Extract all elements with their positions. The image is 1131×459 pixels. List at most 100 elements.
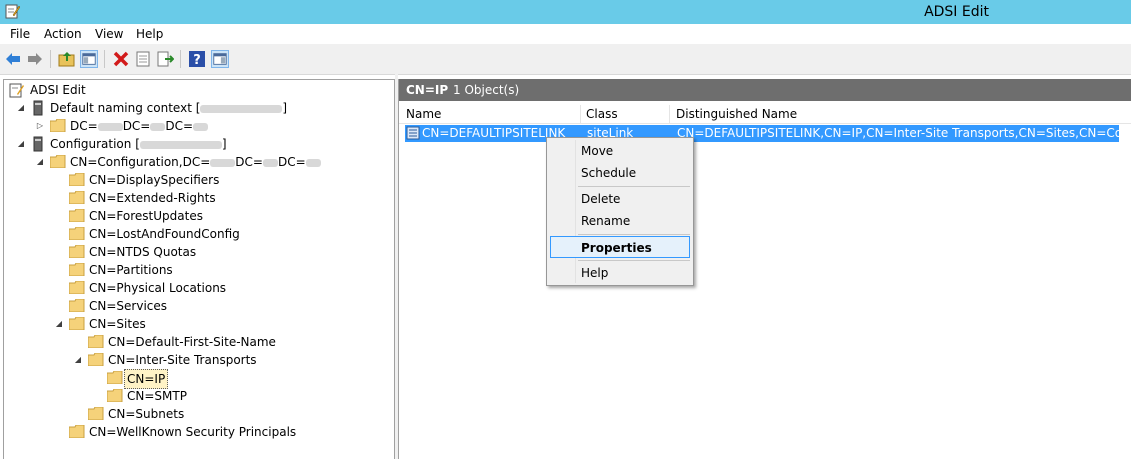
folder-icon [50,119,66,132]
adsi-edit-root-icon [9,83,24,98]
menu-file[interactable]: File [10,27,30,41]
column-header-class[interactable]: Class [586,107,618,121]
context-menu-rename[interactable]: Rename [550,210,690,232]
redacted-text [262,158,278,167]
redacted-text [139,140,222,149]
column-headers: Name Class Distinguished Name [399,105,1131,124]
tree-label: CN=Subnets [108,407,185,421]
menu-item-label: Help [581,266,609,280]
collapse-arrow-icon[interactable]: ◢ [54,315,64,333]
results-title: CN=IP [406,83,449,97]
redacted-text [210,158,236,167]
menu-item-label: Rename [581,214,631,228]
folder-icon [69,209,85,222]
tree-item-subnets[interactable]: CN=Subnets [8,405,388,423]
collapse-arrow-icon[interactable]: ◢ [16,99,26,117]
tree-label: CN=Services [89,299,168,313]
tree-item-lost-and-found[interactable]: CN=LostAndFoundConfig [8,225,388,243]
tree-label: CN=WellKnown Security Principals [89,425,297,439]
tree-item-ntds-quotas[interactable]: CN=NTDS Quotas [8,243,388,261]
table-row[interactable]: CN=DEFAULTIPSITELINK siteLink CN=DEFAULT… [405,125,1131,142]
tree-item-cn-configuration[interactable]: ◢ CN=Configuration,DC= DC= DC= [8,153,388,171]
server-icon [33,136,43,152]
column-divider[interactable] [580,105,581,123]
redacted-text [305,158,321,167]
collapse-arrow-icon[interactable]: ◢ [35,153,45,171]
toolbar-separator [104,50,105,68]
menu-view[interactable]: View [95,27,123,41]
context-menu-move[interactable]: Move [550,140,690,162]
redacted-text [200,104,283,113]
tree-item-display-specifiers[interactable]: CN=DisplaySpecifiers [8,171,388,189]
collapse-arrow-icon[interactable]: ◢ [73,351,83,369]
up-folder-icon[interactable] [58,50,76,68]
tree-item-default-naming-context[interactable]: ◢ Default naming context [] [8,99,388,117]
window-title: ADSI Edit [924,4,989,20]
expand-arrow-icon[interactable]: ▷ [35,117,45,135]
menu-help[interactable]: Help [136,27,163,41]
tree-item-physical-locations[interactable]: CN=Physical Locations [8,279,388,297]
folder-icon [69,281,85,294]
tree-label: CN=Configuration,DC= [70,155,211,169]
folder-icon [69,173,85,186]
context-menu: Move Schedule Delete Rename Properties H… [546,137,694,286]
context-menu-properties[interactable]: Properties [550,236,690,258]
tree-label: ADSI Edit [30,83,86,97]
folder-icon [88,335,104,348]
tree-item-wellknown-security-principals[interactable]: CN=WellKnown Security Principals [8,423,388,441]
export-list-icon[interactable] [156,50,174,68]
tree-item-adsi-edit[interactable]: ADSI Edit [8,81,388,99]
help-icon[interactable]: ? [188,50,206,68]
menu-item-label: Properties [581,241,652,255]
tree-label: Configuration [ [50,137,140,151]
context-menu-delete[interactable]: Delete [550,188,690,210]
tree-label: CN=ForestUpdates [89,209,203,223]
column-header-distinguished-name[interactable]: Distinguished Name [676,107,797,121]
tree-pane[interactable]: ADSI Edit ◢ Default naming context [] ▷ … [3,79,395,459]
tree-item-inter-site-transports[interactable]: ◢ CN=Inter-Site Transports [8,351,388,369]
tree-label-bracket: ] [282,101,288,115]
tree-item-dc[interactable]: ▷ DC= DC= DC= [8,117,388,135]
tree-label: CN=Partitions [89,263,173,277]
forward-arrow-icon[interactable] [26,50,44,68]
results-pane[interactable]: CN=IP 1 Object(s) Name Class Distinguish… [398,79,1131,459]
cell-distinguished-name: CN=DEFAULTIPSITELINK,CN=IP,CN=Inter-Site… [677,126,1131,140]
tree-item-default-first-site[interactable]: CN=Default-First-Site-Name [8,333,388,351]
folder-icon [69,425,85,438]
tree-item-smtp[interactable]: CN=SMTP [8,387,388,405]
folder-icon [69,227,85,240]
context-menu-separator [578,186,690,187]
column-divider[interactable] [669,105,670,123]
tree-item-services[interactable]: CN=Services [8,297,388,315]
context-menu-schedule[interactable]: Schedule [550,162,690,184]
redacted-text [97,122,123,131]
context-menu-separator [578,234,690,235]
collapse-arrow-icon[interactable]: ◢ [16,135,26,153]
tree-item-partitions[interactable]: CN=Partitions [8,261,388,279]
folder-open-icon [107,371,123,384]
tree-item-sites[interactable]: ◢ CN=Sites [8,315,388,333]
folder-icon [69,299,85,312]
show-hide-tree-icon[interactable] [80,50,98,68]
context-menu-help[interactable]: Help [550,262,690,284]
tree-item-ip[interactable]: CN=IP [8,369,388,389]
tree-item-configuration[interactable]: ◢ Configuration [] [8,135,388,153]
menu-item-label: Schedule [581,166,637,180]
tree-item-extended-rights[interactable]: CN=Extended-Rights [8,189,388,207]
tree-label: DC= [122,119,151,133]
menu-action[interactable]: Action [44,27,82,41]
toolbar-separator [180,50,181,68]
results-count: 1 Object(s) [453,83,520,97]
tree-label: CN=Default-First-Site-Name [108,335,276,349]
properties-sheet-icon[interactable] [134,50,152,68]
tree-label: Default naming context [ [50,101,201,115]
tree-label: CN=Extended-Rights [89,191,216,205]
tree-label-bracket: ] [221,137,227,151]
tree-item-forest-updates[interactable]: CN=ForestUpdates [8,207,388,225]
back-arrow-icon[interactable] [4,50,22,68]
show-hide-action-pane-icon[interactable] [211,50,229,68]
tree-label: DC= [70,119,98,133]
delete-icon[interactable] [112,50,130,68]
column-header-name[interactable]: Name [406,107,441,121]
tree-label: DC= [235,155,263,169]
